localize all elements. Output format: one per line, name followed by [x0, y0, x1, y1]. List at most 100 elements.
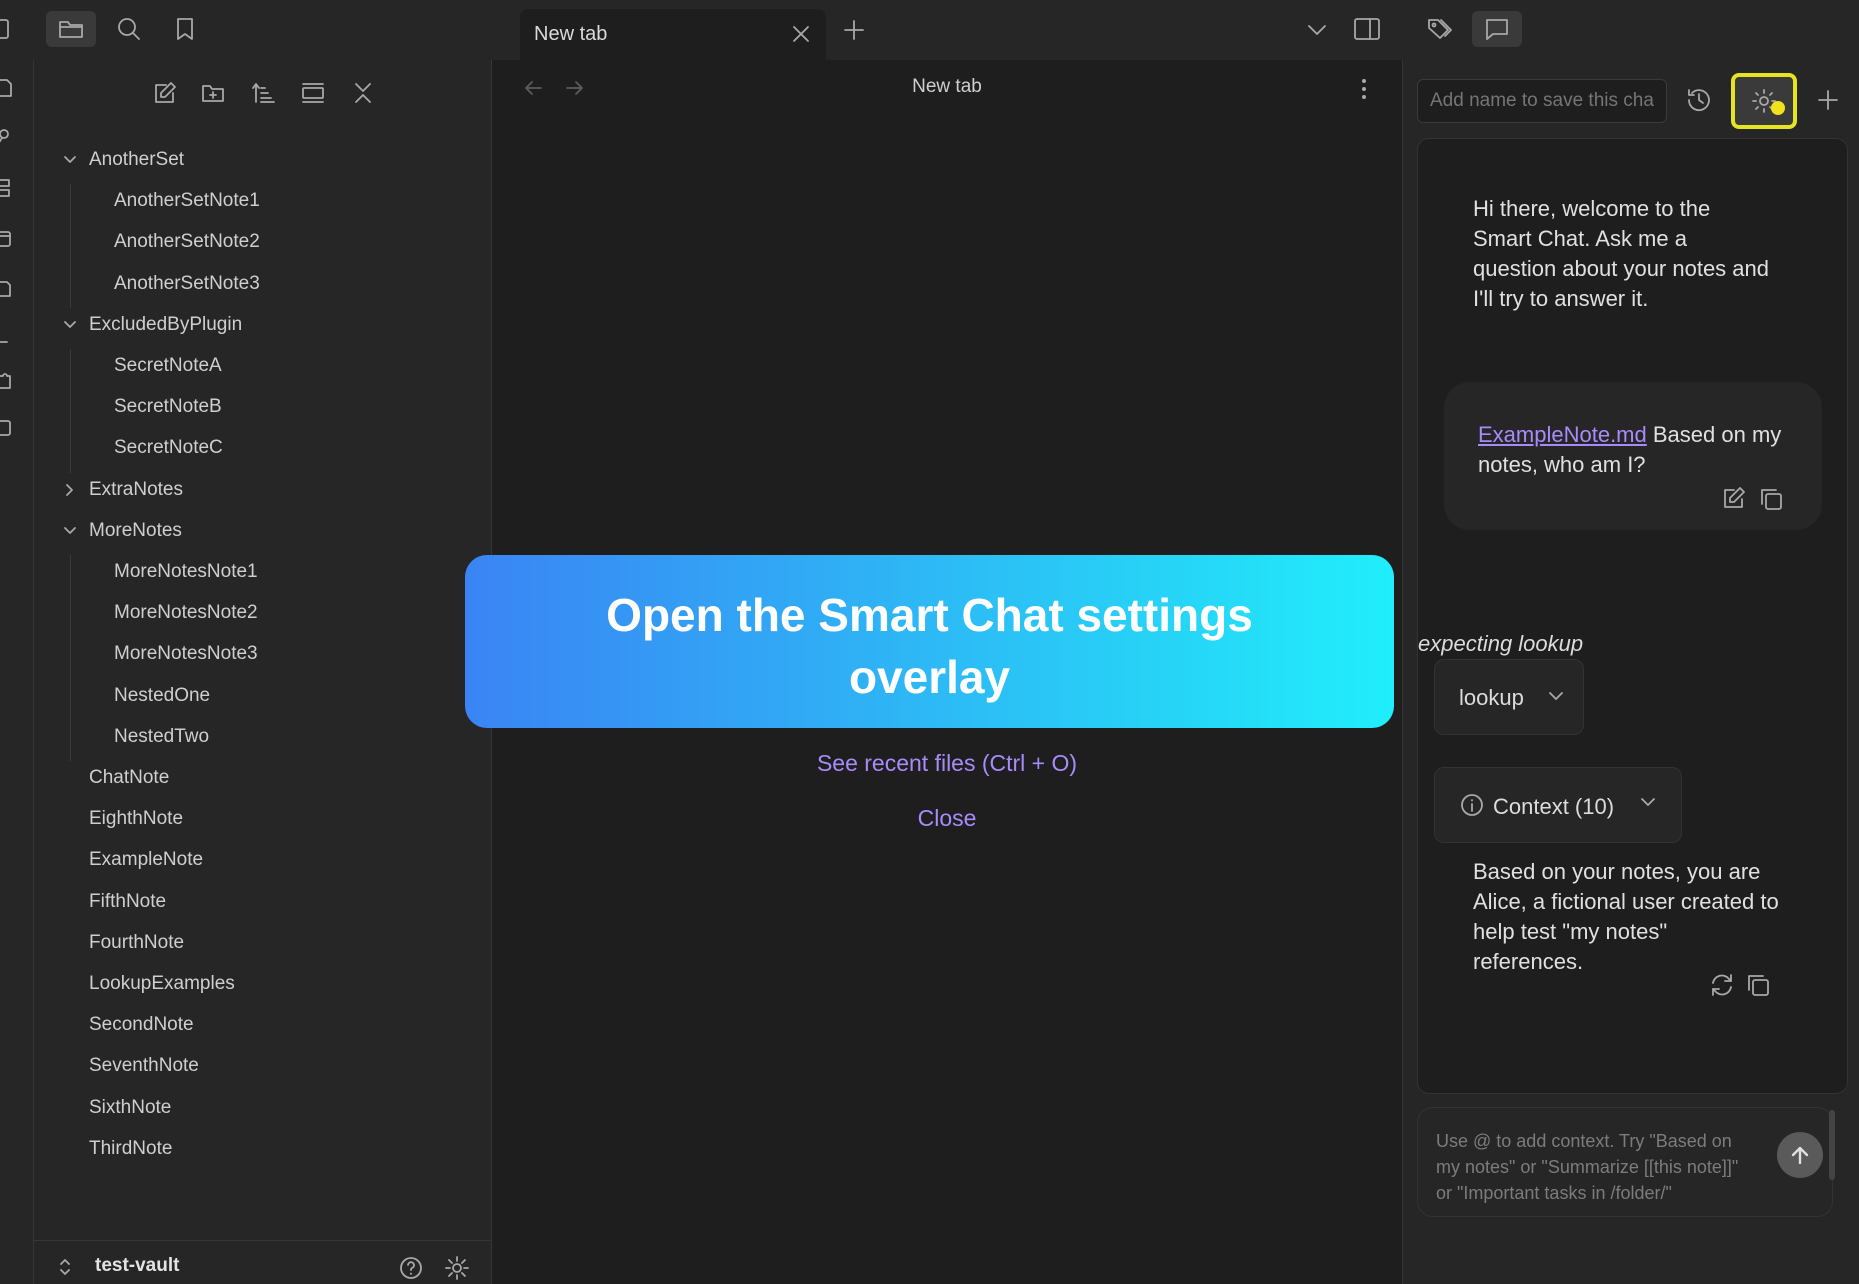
left-ribbon	[0, 60, 34, 1284]
chevron-down-icon[interactable]	[62, 317, 78, 333]
sidebar-toggle-icon[interactable]	[0, 18, 12, 40]
file-item[interactable]: SecretNoteB	[114, 396, 222, 418]
smart-chat-panel: Hi there, welcome to the Smart Chat. Ask…	[1402, 60, 1859, 1284]
overlay-line-1: Open the Smart Chat settings	[606, 589, 1253, 641]
chat-settings-button[interactable]	[1731, 73, 1797, 129]
file-item[interactable]: SixthNote	[89, 1097, 171, 1119]
file-item[interactable]: AnotherSetNote2	[114, 231, 260, 253]
assistant-welcome-message: Hi there, welcome to the Smart Chat. Ask…	[1473, 196, 1770, 311]
send-button[interactable]	[1777, 1132, 1823, 1178]
lookup-label: lookup	[1459, 685, 1524, 710]
file-item[interactable]: ExampleNote	[89, 849, 203, 871]
folder-icon	[59, 21, 83, 38]
calendar-icon[interactable]	[0, 228, 14, 248]
instruction-overlay: Open the Smart Chat settings overlay	[465, 555, 1394, 728]
terminal-icon[interactable]	[0, 332, 14, 352]
chevron-down-icon[interactable]	[62, 523, 78, 539]
note-link[interactable]: ExampleNote.md	[1478, 422, 1647, 447]
puzzle-icon[interactable]	[0, 372, 14, 392]
recent-files-link[interactable]: See recent files (Ctrl + O)	[492, 750, 1402, 777]
new-chat-button[interactable]	[1801, 76, 1855, 124]
plus-icon	[844, 20, 864, 40]
bookmarks-tab-button[interactable]	[160, 11, 210, 47]
sort-button[interactable]	[250, 80, 276, 106]
file-item[interactable]: FourthNote	[89, 932, 184, 954]
sidebar-panel-icon[interactable]	[0, 418, 14, 438]
smart-chat-tab-button[interactable]	[1472, 11, 1522, 47]
tree-indent-guide	[70, 349, 71, 473]
file-item[interactable]: SecondNote	[89, 1014, 194, 1036]
folder-item[interactable]: MoreNotes	[89, 520, 182, 542]
edit-message-icon[interactable]	[1721, 485, 1747, 511]
copy-icon[interactable]	[1744, 971, 1772, 999]
folder-item[interactable]: ExcludedByPlugin	[89, 314, 242, 336]
collapse-all-button[interactable]	[350, 80, 376, 106]
auto-reveal-button[interactable]	[300, 80, 326, 106]
file-item[interactable]: NestedTwo	[114, 726, 209, 748]
close-icon[interactable]	[790, 23, 812, 45]
chat-input[interactable]: Use @ to add context. Try "Based on my n…	[1417, 1107, 1833, 1217]
info-icon	[1459, 792, 1485, 818]
new-note-button[interactable]	[152, 80, 178, 106]
search-icon	[118, 18, 140, 40]
file-item[interactable]: SecretNoteC	[114, 437, 223, 459]
copy-icon[interactable]	[1757, 485, 1785, 513]
chat-name-input[interactable]	[1417, 79, 1667, 123]
file-item[interactable]: FifthNote	[89, 891, 166, 913]
folder-plus-icon	[202, 85, 224, 102]
lookup-dropdown[interactable]: lookup	[1434, 659, 1584, 735]
graph-icon[interactable]	[0, 128, 14, 148]
chevron-right-icon[interactable]	[62, 482, 78, 498]
tab-title: New tab	[534, 23, 608, 45]
tags-tab-button[interactable]	[1416, 11, 1466, 47]
new-tab-button[interactable]	[842, 18, 866, 42]
copy-file-icon[interactable]	[0, 278, 14, 298]
tab-new[interactable]: New tab	[520, 9, 826, 60]
expecting-lookup-label: expecting lookup	[1418, 631, 1584, 656]
help-icon[interactable]	[398, 1255, 424, 1281]
file-item[interactable]: SecretNoteA	[114, 355, 222, 377]
file-item[interactable]: AnotherSetNote1	[114, 190, 260, 212]
chevron-down-icon[interactable]	[62, 152, 78, 168]
file-item[interactable]: MoreNotesNote2	[114, 602, 258, 624]
sidebar-right-icon	[1354, 18, 1380, 40]
vault-switcher-icon[interactable]	[58, 1257, 72, 1277]
cursor-indicator	[1771, 101, 1785, 115]
chevron-down-icon	[1639, 796, 1657, 810]
file-item[interactable]: LookupExamples	[89, 973, 235, 995]
assistant-answer-message: Based on your notes, you are Alice, a fi…	[1473, 859, 1779, 974]
more-options-icon[interactable]	[1360, 78, 1368, 100]
search-tab-button[interactable]	[104, 11, 154, 47]
vault-name[interactable]: test-vault	[95, 1255, 179, 1277]
file-item[interactable]: AnotherSetNote3	[114, 273, 260, 295]
tab-list-button[interactable]	[1306, 20, 1328, 40]
top-bar: New tab	[0, 0, 1859, 60]
file-item[interactable]: EighthNote	[89, 808, 183, 830]
new-folder-button[interactable]	[200, 80, 226, 106]
file-item[interactable]: SeventhNote	[89, 1055, 199, 1077]
folder-item[interactable]: ExtraNotes	[89, 479, 183, 501]
file-explorer: AnotherSet AnotherSetNote1 AnotherSetNote2…	[34, 60, 492, 1284]
file-item[interactable]: ChatNote	[89, 767, 169, 789]
settings-icon[interactable]	[444, 1255, 470, 1281]
new-note-icon[interactable]	[0, 78, 14, 98]
toggle-right-sidebar-button[interactable]	[1352, 16, 1382, 42]
file-item[interactable]: MoreNotesNote1	[114, 561, 258, 583]
file-item[interactable]: NestedOne	[114, 685, 210, 707]
file-item[interactable]: MoreNotesNote3	[114, 643, 258, 665]
chevron-down-icon	[1547, 690, 1565, 704]
canvas-icon[interactable]	[0, 178, 14, 198]
chat-history-button[interactable]	[1672, 76, 1726, 124]
regenerate-icon[interactable]	[1708, 971, 1736, 999]
context-dropdown[interactable]: Context (10)	[1434, 767, 1682, 843]
history-icon	[1688, 89, 1710, 112]
folder-item[interactable]: AnotherSet	[89, 149, 184, 171]
file-item[interactable]: ThirdNote	[89, 1138, 172, 1160]
page-title: New tab	[912, 76, 982, 97]
tree-indent-guide	[70, 555, 71, 761]
files-tab-button[interactable]	[46, 11, 96, 47]
tags-icon	[1428, 19, 1452, 39]
close-link[interactable]: Close	[492, 805, 1402, 832]
chat-input-scrollbar[interactable]	[1829, 1110, 1835, 1180]
vault-footer: test-vault	[34, 1240, 492, 1284]
